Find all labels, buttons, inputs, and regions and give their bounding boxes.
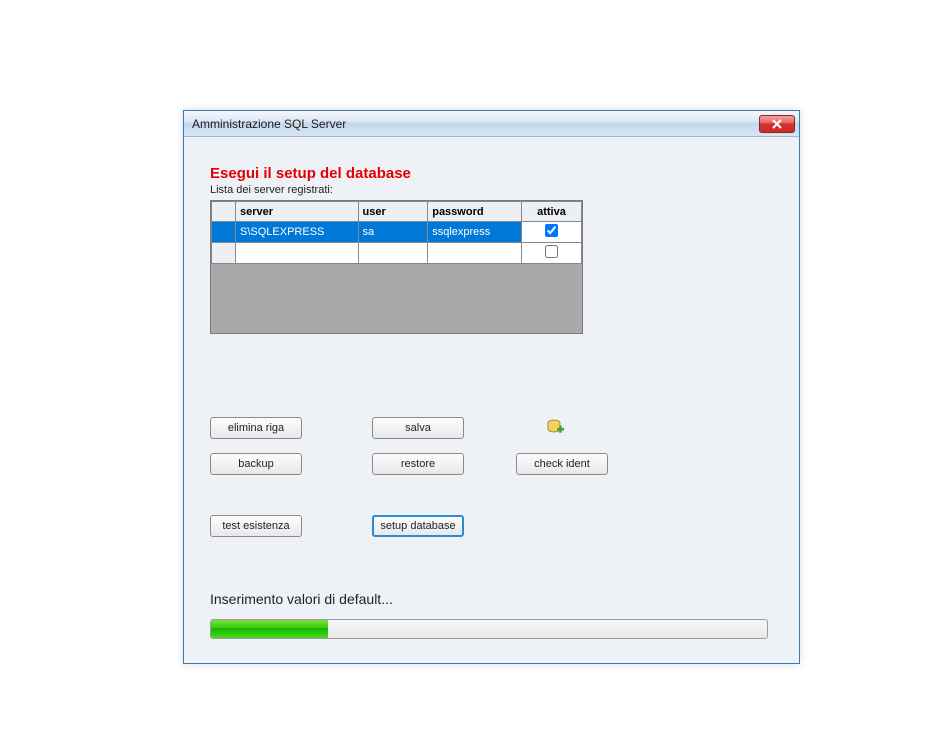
salva-button[interactable]: salva xyxy=(372,417,464,439)
cell-attiva[interactable] xyxy=(521,243,581,264)
window-title: Amministrazione SQL Server xyxy=(192,117,759,131)
row-indicator xyxy=(212,222,236,243)
row-indicator xyxy=(212,243,236,264)
table-row[interactable]: S\SQLEXPRESS sa ssqlexpress xyxy=(212,222,582,243)
cell-attiva[interactable] xyxy=(521,222,581,243)
cell-password[interactable] xyxy=(428,243,522,264)
close-button[interactable] xyxy=(759,115,795,133)
progress-fill xyxy=(211,620,328,638)
cell-user[interactable] xyxy=(358,243,428,264)
col-header-user[interactable]: user xyxy=(358,202,428,222)
restore-button[interactable]: restore xyxy=(372,453,464,475)
setup-database-button[interactable]: setup database xyxy=(372,515,464,537)
cell-server[interactable]: S\SQLEXPRESS xyxy=(236,222,359,243)
backup-button[interactable]: backup xyxy=(210,453,302,475)
admin-window: Amministrazione SQL Server Esegui il set… xyxy=(183,110,800,664)
status-text: Inserimento valori di default... xyxy=(210,591,393,607)
cell-server[interactable] xyxy=(236,243,359,264)
subheading: Lista dei server registrati: xyxy=(210,184,773,196)
server-grid[interactable]: server user password attiva S\SQLEXPRESS… xyxy=(210,200,583,334)
test-esistenza-button[interactable]: test esistenza xyxy=(210,515,302,537)
check-ident-button[interactable]: check ident xyxy=(516,453,608,475)
cell-password[interactable]: ssqlexpress xyxy=(428,222,522,243)
heading: Esegui il setup del database xyxy=(210,165,773,182)
close-icon xyxy=(772,119,782,129)
table-row[interactable] xyxy=(212,243,582,264)
grid-header-row: server user password attiva xyxy=(212,202,582,222)
titlebar: Amministrazione SQL Server xyxy=(184,111,799,137)
elimina-riga-button[interactable]: elimina riga xyxy=(210,417,302,439)
progress-bar xyxy=(210,619,768,639)
add-database-icon[interactable] xyxy=(546,417,566,437)
col-header-attiva[interactable]: attiva xyxy=(521,202,581,222)
cell-user[interactable]: sa xyxy=(358,222,428,243)
row-header-blank xyxy=(212,202,236,222)
col-header-server[interactable]: server xyxy=(236,202,359,222)
attiva-checkbox[interactable] xyxy=(545,245,558,258)
attiva-checkbox[interactable] xyxy=(545,224,558,237)
col-header-password[interactable]: password xyxy=(428,202,522,222)
client-area: Esegui il setup del database Lista dei s… xyxy=(184,137,799,663)
